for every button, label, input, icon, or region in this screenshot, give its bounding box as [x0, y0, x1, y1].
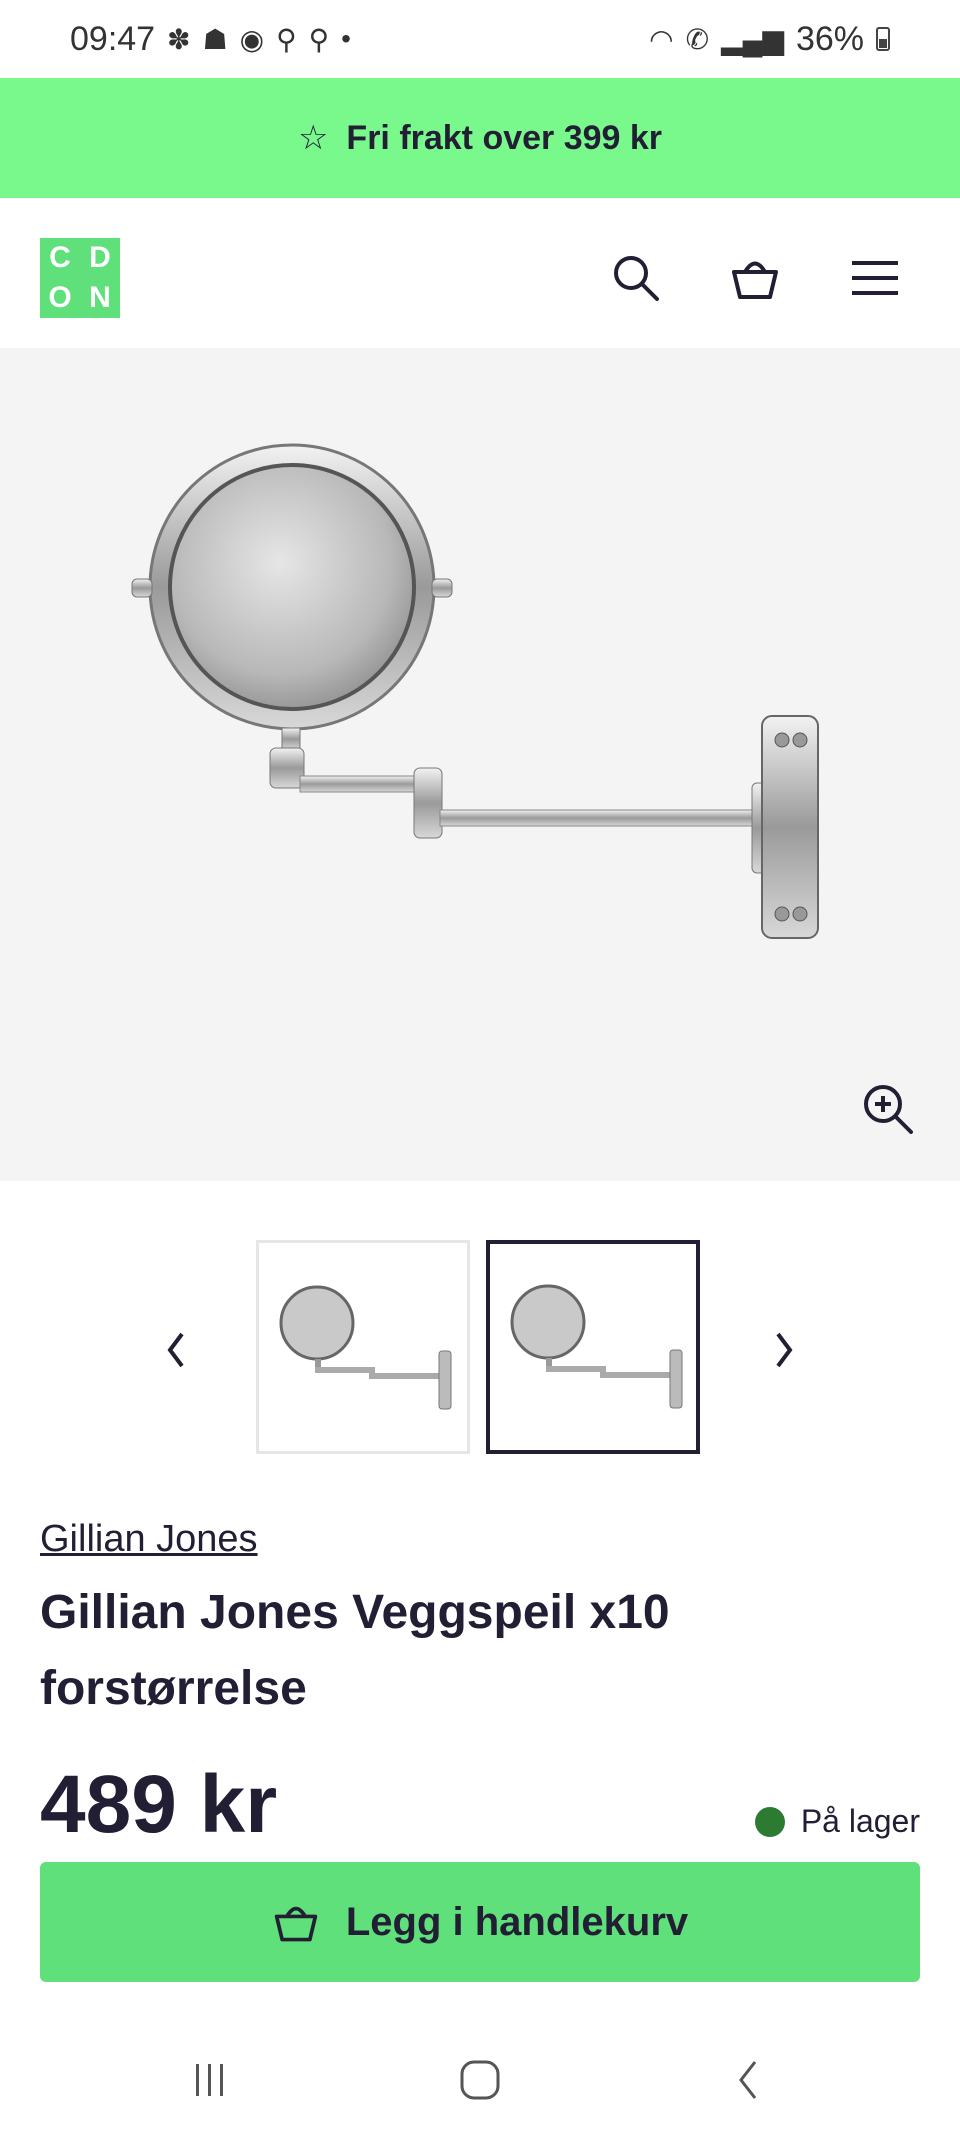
battery-icon — [876, 27, 890, 51]
logo-letter: C — [49, 241, 71, 274]
wall-mirror-thumbnail — [279, 1285, 452, 1410]
star-icon: ☆ — [297, 119, 329, 157]
prev-thumbnail-button[interactable] — [146, 1320, 206, 1380]
next-thumbnail-button[interactable] — [754, 1320, 814, 1380]
product-price: 489 kr — [40, 1759, 278, 1850]
logo-letter: N — [89, 281, 111, 314]
basket-icon — [274, 1906, 318, 1942]
add-to-cart-label: Legg i handlekurv — [345, 1899, 689, 1944]
snapchat-icon: ☗ — [202, 23, 228, 55]
basket-button[interactable] — [725, 248, 785, 308]
search-icon — [614, 256, 659, 301]
dot-icon: • — [341, 23, 351, 54]
thumbnail-1[interactable] — [256, 1240, 470, 1454]
status-left: 09:47 ✽ ☗ ◉ ⚲ ⚲ • — [70, 20, 351, 59]
chevron-right-icon — [776, 1332, 793, 1368]
zoom-button[interactable] — [860, 1081, 920, 1141]
battery-percent: 36% — [795, 19, 864, 58]
zoom-in-icon — [864, 1085, 913, 1134]
menu-button[interactable] — [845, 248, 905, 308]
system-nav-bar — [0, 2020, 960, 2133]
site-header: C D O N — [0, 198, 960, 348]
wifi-call-icon: ✆ — [685, 23, 710, 55]
recent-apps-icon — [196, 2064, 223, 2096]
brand-link[interactable]: Gillian Jones — [40, 1518, 258, 1561]
menu-icon — [852, 261, 898, 295]
logo-letter: D — [89, 241, 111, 274]
promo-banner: ☆ Fri frakt over 399 kr — [0, 78, 960, 198]
back-icon — [739, 2061, 757, 2099]
add-to-cart-button[interactable]: Legg i handlekurv — [40, 1862, 920, 1982]
stock-label: På lager — [800, 1803, 920, 1839]
thumbnail-2[interactable] — [486, 1240, 700, 1454]
stock-status: På lager — [754, 1803, 920, 1840]
wifi-icon: ◠ — [649, 23, 674, 55]
home-icon — [460, 2060, 500, 2100]
status-bar: 09:47 ✽ ☗ ◉ ⚲ ⚲ • ◠ ✆ ▂▄▆ 36% — [0, 0, 960, 78]
walk-icon: ⚲ — [276, 23, 297, 55]
recent-apps-button[interactable] — [180, 2050, 240, 2110]
status-time: 09:47 — [70, 19, 156, 58]
in-stock-indicator — [754, 1806, 785, 1837]
walk-icon: ⚲ — [308, 23, 330, 55]
back-button[interactable] — [718, 2050, 778, 2110]
thumbnail-carousel — [0, 1240, 960, 1462]
wall-mirror-image — [131, 443, 819, 939]
logo-letter: O — [48, 281, 72, 314]
home-button[interactable] — [450, 2050, 510, 2110]
basket-icon — [732, 261, 778, 299]
cdon-logo[interactable]: C D O N — [40, 238, 120, 318]
product-title: Gillian Jones Veggspeil x10 forstørrelse — [40, 1586, 670, 1715]
signal-icon: ▂▄▆ — [721, 23, 784, 55]
chevron-left-icon — [167, 1332, 184, 1368]
wall-mirror-thumbnail — [510, 1284, 683, 1409]
product-image-gallery[interactable] — [0, 348, 960, 1181]
promo-text: Fri frakt over 399 kr — [346, 118, 663, 157]
fan-icon: ✽ — [167, 23, 191, 55]
search-button[interactable] — [606, 248, 666, 308]
status-right: ◠ ✆ ▂▄▆ 36% — [649, 20, 890, 59]
spotify-icon: ◉ — [239, 23, 265, 55]
